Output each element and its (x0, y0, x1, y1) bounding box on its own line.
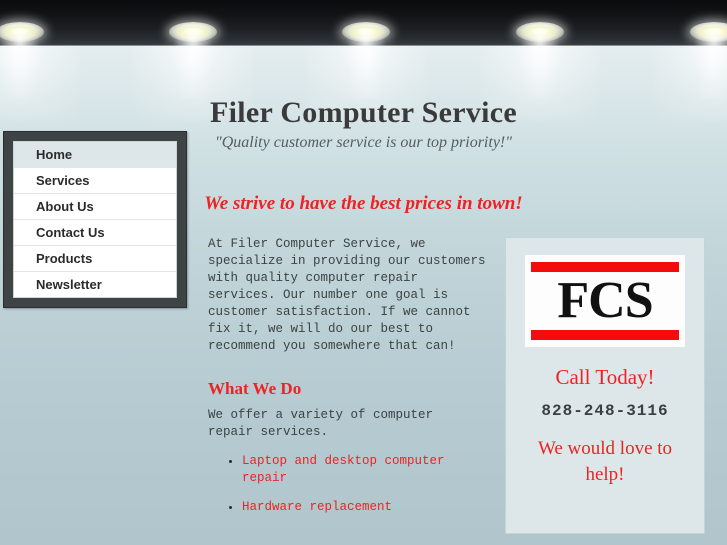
nav-item-services[interactable]: Services (14, 168, 176, 194)
ceiling-banner (0, 0, 727, 98)
phone-number[interactable]: 828-248-3116 (506, 402, 704, 420)
lamp-bulb-icon (524, 26, 556, 38)
main-navigation: Home Services About Us Contact Us Products Ne… (3, 131, 187, 308)
page-root: Filer Computer Service "Quality customer… (0, 0, 727, 545)
lamp-beam (349, 34, 383, 98)
ceiling-light-5 (690, 22, 727, 98)
nav-item-label: Contact Us (36, 225, 105, 240)
lamp-beam (697, 34, 727, 98)
ceiling-light-4 (516, 22, 564, 98)
main-content: At Filer Computer Service, we specialize… (208, 236, 496, 528)
contact-sidebar: FCS Call Today! 828-248-3116 We would lo… (505, 237, 705, 534)
logo-bar-bottom (531, 330, 679, 340)
nav-item-label: Services (36, 173, 90, 188)
ceiling-light-2 (169, 22, 217, 98)
lamp-bulb-icon (4, 26, 36, 38)
lamp-beam (3, 34, 37, 98)
page-title: Filer Computer Service (209, 96, 518, 129)
call-today-heading: Call Today! (555, 365, 655, 389)
nav-item-label: Newsletter (36, 277, 102, 292)
ceiling-light-3 (342, 22, 390, 98)
nav-list: Home Services About Us Contact Us Products Ne… (13, 141, 177, 298)
lamp-beam (523, 34, 557, 98)
lamp-bulb-icon (698, 26, 727, 38)
nav-item-home[interactable]: Home (14, 142, 176, 168)
fcs-logo: FCS (525, 255, 685, 347)
ceiling-light-1 (0, 22, 44, 98)
nav-item-about-us[interactable]: About Us (14, 194, 176, 220)
services-list: Laptop and desktop computer repair Hardwa… (208, 453, 496, 516)
service-list-item: Hardware replacement (242, 499, 496, 516)
nav-item-label: Home (36, 147, 73, 162)
nav-item-contact-us[interactable]: Contact Us (14, 220, 176, 246)
logo-bar-top (531, 262, 679, 272)
lamp-beam (176, 34, 210, 98)
lamp-bulb-icon (350, 26, 382, 38)
service-list-item: Laptop and desktop computer repair (242, 453, 496, 487)
nav-item-products[interactable]: Products (14, 246, 176, 272)
love-to-help-text: We would love to help! (537, 438, 673, 485)
intro-paragraph: At Filer Computer Service, we specialize… (208, 237, 486, 353)
logo-text: FCS (557, 272, 653, 329)
lamp-bulb-icon (177, 26, 209, 38)
offer-paragraph: We offer a variety of computer repair se… (208, 408, 434, 439)
nav-item-newsletter[interactable]: Newsletter (14, 272, 176, 297)
nav-item-label: Products (36, 251, 93, 266)
nav-item-label: About Us (36, 199, 94, 214)
section-heading-what-we-do: What We Do (208, 379, 302, 398)
